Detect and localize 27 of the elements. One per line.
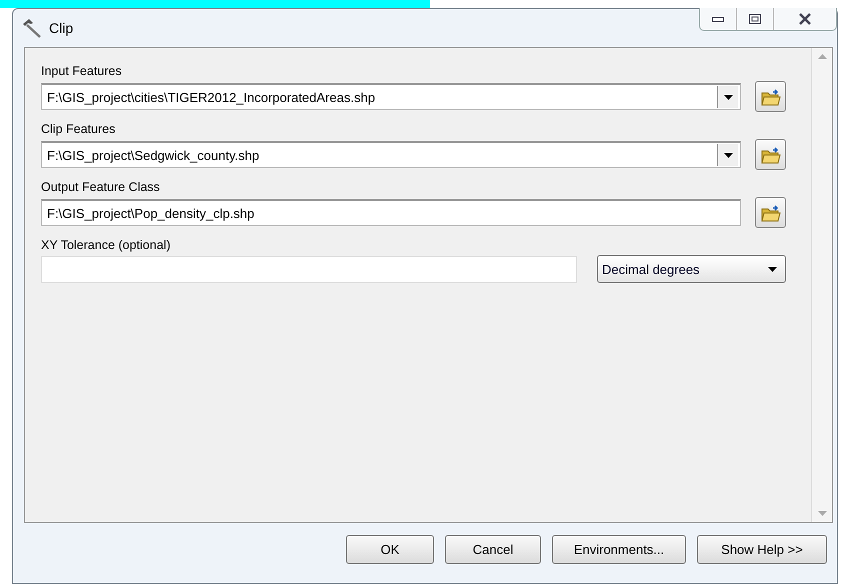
dropdown-arrow-icon — [768, 266, 777, 272]
dropdown-field[interactable]: F:\GIS_project\Sedgwick_county.shp — [41, 141, 741, 168]
dialog-button[interactable]: Show Help >> — [697, 535, 827, 564]
folder-icon — [760, 146, 780, 164]
folder-icon — [760, 88, 780, 106]
browse-button[interactable] — [755, 139, 786, 170]
field-label: Clip Features — [41, 122, 116, 136]
unit-dropdown[interactable]: Decimal degrees — [597, 255, 786, 283]
minimize-icon — [712, 16, 724, 22]
field-label: XY Tolerance (optional) — [41, 238, 172, 252]
close-icon — [798, 13, 812, 25]
dropdown-arrow-icon — [724, 152, 732, 158]
folder-icon — [760, 204, 780, 222]
field-label: Input Features — [41, 64, 123, 78]
hammer-icon — [21, 18, 43, 38]
field-label: Output Feature Class — [41, 180, 161, 194]
dialog-button[interactable]: Cancel — [445, 535, 541, 564]
maximize-icon — [749, 14, 761, 24]
input-field[interactable] — [41, 256, 577, 282]
dialog-button[interactable]: Environments... — [552, 535, 686, 564]
dialog-button[interactable]: OK — [346, 535, 434, 564]
dropdown-arrow-icon — [724, 94, 732, 100]
input-field[interactable]: F:\GIS_project\Pop_density_clp.shp — [41, 199, 741, 226]
window-title: Clip — [49, 20, 74, 36]
dropdown-field[interactable]: F:\GIS_project\cities\TIGER2012_IncorporatedAreas.shp — [41, 83, 741, 110]
browse-button[interactable] — [755, 197, 786, 228]
browse-button[interactable] — [755, 81, 786, 112]
